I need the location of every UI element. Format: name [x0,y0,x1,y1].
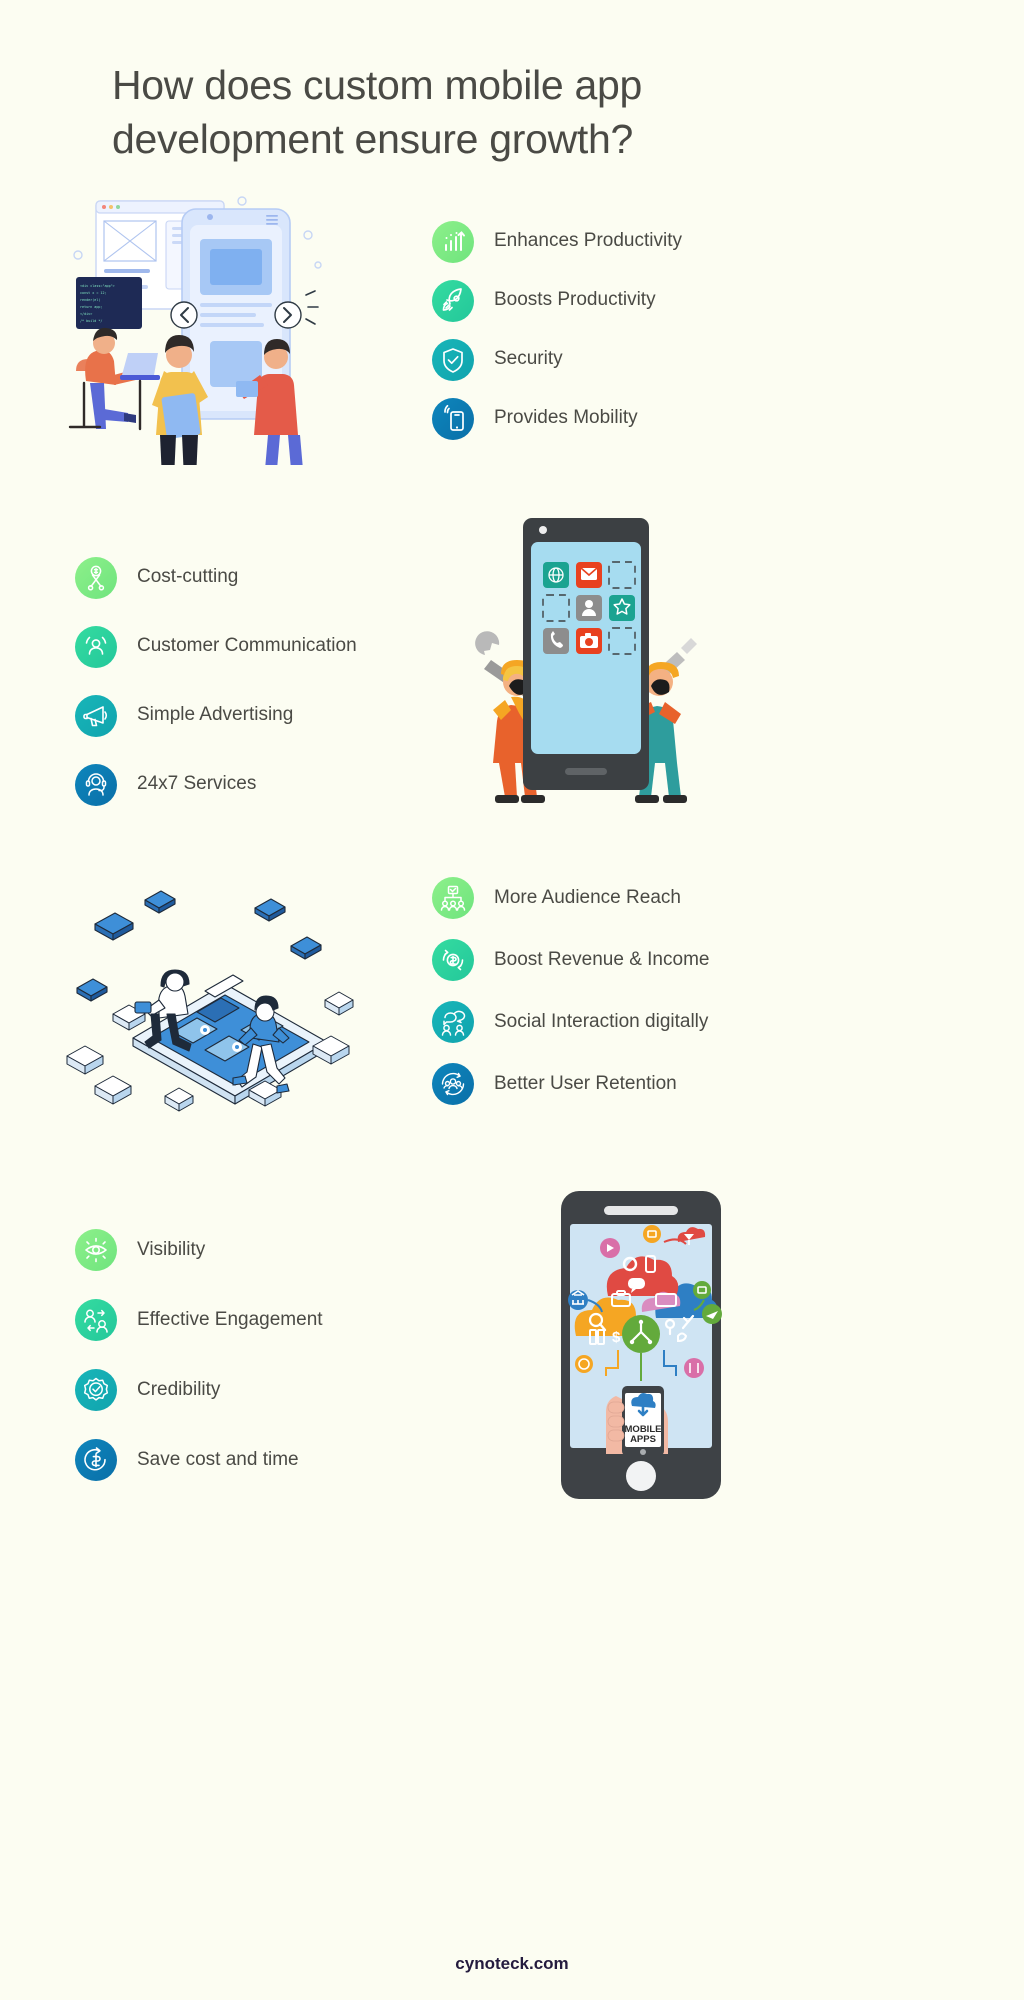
feature-label: Customer Communication [137,635,357,657]
shield-check-icon [432,338,474,381]
headset-support-icon [75,763,117,806]
infographic-page: How does custom mobile app development e… [0,0,1024,2000]
feature-list-mid-left: Cost-cutting Customer Communication Simp… [75,543,357,819]
dollar-refresh-icon [432,939,474,981]
feature-label: Provides Mobility [494,407,638,429]
feature-label: Better User Retention [494,1072,677,1094]
svg-text:</div>: </div> [80,312,92,316]
svg-text:/* build */: /* build */ [80,319,102,323]
svg-text:render(el): render(el) [80,298,100,302]
feature-item[interactable]: Boost Revenue & Income [432,929,709,991]
page-title: How does custom mobile app development e… [112,62,643,163]
feature-item[interactable]: Simple Advertising [75,681,357,750]
feature-label: More Audience Reach [494,886,681,908]
svg-text:$: $ [612,1329,621,1346]
feature-list-top-right: Enhances Productivity Boosts Productivit… [432,212,682,448]
mobile-signal-icon [432,397,474,440]
feature-label: Visibility [137,1238,206,1260]
feature-label: 24x7 Services [137,773,257,795]
illustration-team-app-screens: <div class="app"> const x = 12; render(e… [60,195,350,488]
feature-label: Security [494,348,563,370]
feature-item[interactable]: Boosts Productivity [432,271,682,330]
dollar-clock-icon [75,1439,117,1481]
feature-label: Effective Engagement [137,1308,323,1330]
feature-item[interactable]: Better User Retention [432,1053,709,1115]
feature-item[interactable]: More Audience Reach [432,867,709,929]
feature-label: Boosts Productivity [494,289,656,311]
svg-text:<div class="app">: <div class="app"> [80,284,115,288]
feature-item[interactable]: Save cost and time [75,1425,323,1495]
feature-label: Credibility [137,1378,221,1400]
feature-label: Boost Revenue & Income [494,948,710,970]
feature-item[interactable]: Visibility [75,1215,323,1285]
feature-item[interactable]: Social Interaction digitally [432,991,709,1053]
bar-chart-growth-icon [432,220,474,263]
feature-label: Cost-cutting [137,566,239,588]
feature-item[interactable]: Enhances Productivity [432,212,682,271]
eye-visibility-icon [75,1229,117,1271]
feature-item[interactable]: 24x7 Services [75,750,357,819]
footer-brand[interactable]: cynoteck.com [0,1954,1024,1974]
feature-list-bottom-left: Visibility Effective Engagement Credibil… [75,1215,323,1495]
feature-label: Enhances Productivity [494,230,682,252]
feature-label: Social Interaction digitally [494,1010,709,1032]
feature-list-mid-right: More Audience Reach Boost Revenue & Inco… [432,867,709,1115]
illustration-isometric-mobile-dev [55,860,385,1130]
feature-item[interactable]: Provides Mobility [432,389,682,448]
svg-text:const x = 12;: const x = 12; [80,291,107,295]
feature-item[interactable]: Security [432,330,682,389]
audience-network-icon [432,877,474,919]
illustration-phone-with-cloud-apps: $ MOBILE APPS [560,1190,722,1500]
social-chat-icon [432,1001,474,1043]
engagement-users-icon [75,1299,117,1341]
feature-label: Save cost and time [137,1448,299,1470]
feature-item[interactable]: Customer Communication [75,612,357,681]
badge-check-icon [75,1369,117,1411]
illustration-phone-app-grid [455,510,715,810]
feature-item[interactable]: Cost-cutting [75,543,357,612]
rocket-icon [432,279,474,322]
feature-item[interactable]: Credibility [75,1355,323,1425]
scissors-money-icon [75,556,117,599]
phone-screen-caption-line2: APPS [630,1434,656,1445]
user-retention-icon [432,1063,474,1105]
megaphone-icon [75,694,117,737]
feature-label: Simple Advertising [137,704,294,726]
customer-person-icon [75,625,117,668]
svg-text:return app;: return app; [80,305,102,309]
feature-item[interactable]: Effective Engagement [75,1285,323,1355]
